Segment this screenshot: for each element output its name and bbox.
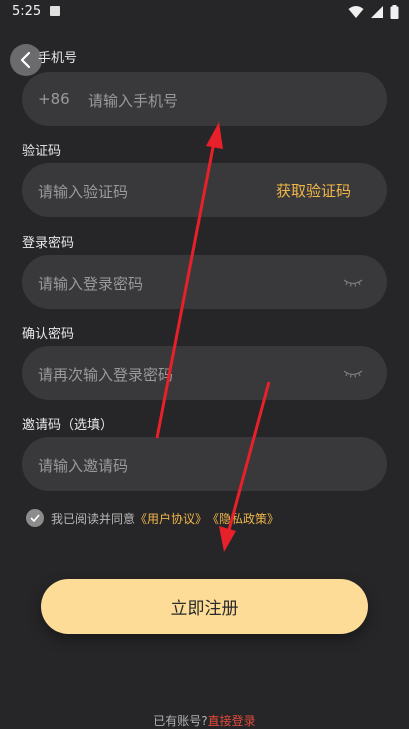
arrow-up-head	[206, 122, 223, 149]
check-icon	[30, 514, 40, 522]
register-button[interactable]: 立即注册	[41, 579, 368, 634]
footer-text: 已有账号?	[153, 714, 208, 728]
confirm-label: 确认密码	[22, 327, 75, 342]
phone-field[interactable]: +86 请输入手机号	[22, 72, 387, 126]
phone-input[interactable]: 请输入手机号	[88, 90, 178, 111]
footer: 已有账号?直接登录	[0, 712, 409, 729]
login-link[interactable]: 直接登录	[208, 714, 256, 728]
confirm-field[interactable]: 请再次输入登录密码	[22, 346, 387, 400]
code-label: 验证码	[22, 144, 62, 159]
confirm-input[interactable]: 请再次输入登录密码	[38, 364, 173, 385]
invite-input[interactable]: 请输入邀请码	[38, 455, 128, 476]
battery-icon	[390, 5, 399, 19]
code-input[interactable]: 请输入验证码	[38, 181, 128, 202]
status-time: 5:25	[12, 4, 42, 19]
agreement-text: 我已阅读并同意	[51, 511, 136, 526]
get-code-button[interactable]: 获取验证码	[276, 180, 351, 201]
agreement-row: 我已阅读并同意 《用户协议》 《隐私政策》	[26, 509, 279, 527]
eye-closed-icon[interactable]	[343, 370, 363, 378]
password-field[interactable]: 请输入登录密码	[22, 255, 387, 309]
status-icons	[348, 5, 399, 19]
privacy-policy-link[interactable]: 《隐私政策》	[207, 510, 279, 527]
password-input[interactable]: 请输入登录密码	[38, 273, 143, 294]
country-code[interactable]: +86	[38, 90, 70, 108]
password-label: 登录密码	[22, 236, 75, 251]
status-bar: 5:25	[0, 0, 409, 24]
phone-label: 手机号	[38, 51, 78, 66]
wifi-icon	[348, 6, 364, 18]
chevron-left-icon	[20, 51, 31, 69]
eye-closed-icon[interactable]	[343, 279, 363, 287]
code-field[interactable]: 请输入验证码 获取验证码	[22, 163, 387, 217]
signal-icon	[371, 6, 383, 18]
invite-label: 邀请码（选填）	[22, 418, 114, 433]
invite-field[interactable]: 请输入邀请码	[22, 437, 387, 491]
user-agreement-link[interactable]: 《用户协议》	[135, 510, 207, 527]
a-icon	[50, 6, 60, 16]
agreement-checkbox[interactable]	[26, 509, 44, 527]
arrow-down-head	[219, 526, 236, 552]
